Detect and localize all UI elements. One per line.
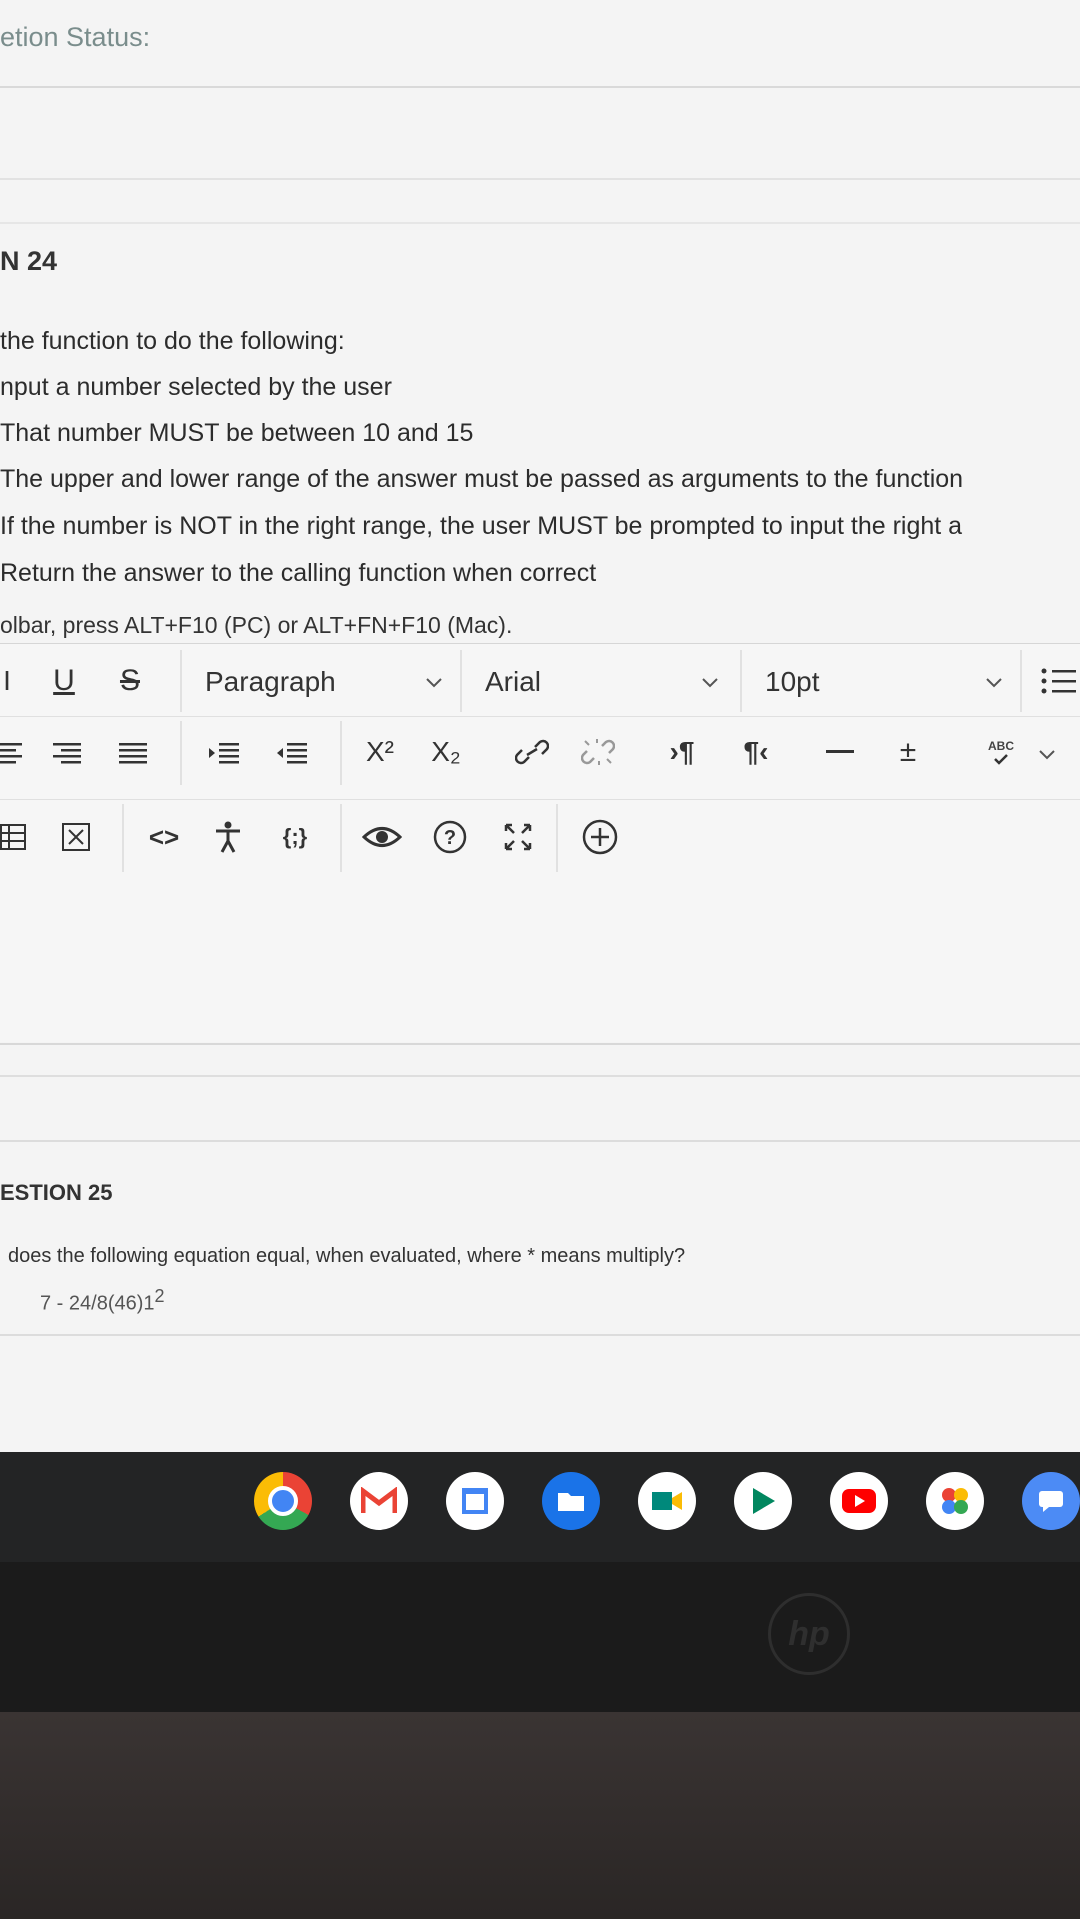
- toolbar-row-2: X² X₂ ›¶ ¶‹ ± ABC: [0, 716, 1080, 789]
- meet-icon[interactable]: [638, 1472, 696, 1530]
- editor-body[interactable]: [0, 876, 1080, 1042]
- table-icon[interactable]: [0, 814, 26, 860]
- files-icon[interactable]: [542, 1472, 600, 1530]
- align-center-icon[interactable]: [52, 731, 82, 775]
- divider: [0, 1043, 1080, 1045]
- separator: [180, 721, 182, 785]
- separator: [556, 804, 558, 872]
- calendar-icon[interactable]: [446, 1472, 504, 1530]
- question-line: That number MUST be between 10 and 15: [0, 419, 474, 447]
- chevron-down-icon: [986, 678, 1002, 688]
- paragraph-label: Paragraph: [205, 666, 336, 697]
- toolbar-row-3: <> {;} ?: [0, 799, 1080, 877]
- toolbar-row-1: I U S Paragraph Arial 10pt: [0, 646, 1080, 716]
- equation-exponent: 2: [154, 1286, 165, 1306]
- question-line: Return the answer to the calling functio…: [0, 559, 597, 587]
- question-line: nput a number selected by the user: [0, 373, 392, 401]
- chrome-icon[interactable]: [254, 1472, 312, 1530]
- chevron-down-icon: [426, 678, 442, 688]
- separator: [122, 804, 124, 872]
- horizontal-line-icon[interactable]: [820, 729, 860, 775]
- play-store-icon[interactable]: [734, 1472, 792, 1530]
- divider: [0, 86, 1080, 88]
- rich-text-editor[interactable]: I U S Paragraph Arial 10pt X² X₂ ›¶ ¶‹ ±…: [0, 643, 1080, 1042]
- add-content-icon[interactable]: [578, 814, 622, 860]
- rtl-icon[interactable]: ¶‹: [736, 729, 776, 775]
- divider: [0, 1140, 1080, 1142]
- italic-button[interactable]: I: [0, 658, 14, 704]
- chevron-down-icon[interactable]: [1036, 743, 1058, 765]
- ltr-icon[interactable]: ›¶: [662, 729, 702, 775]
- spellcheck-icon[interactable]: ABC: [976, 729, 1026, 775]
- toolbar-hint: olbar, press ALT+F10 (PC) or ALT+FN+F10 …: [0, 612, 513, 638]
- browser-screen: etion Status: N 24 the function to do th…: [0, 0, 1080, 1452]
- gmail-icon[interactable]: [350, 1472, 408, 1530]
- question-25-equation: 7 - 24/8(46)12: [40, 1286, 165, 1316]
- subscript-button[interactable]: X₂: [424, 729, 468, 775]
- chevron-down-icon: [702, 678, 718, 688]
- status-label: etion Status:: [0, 22, 151, 52]
- divider: [0, 1075, 1080, 1077]
- justify-icon[interactable]: [118, 731, 148, 775]
- plus-minus-icon[interactable]: ±: [888, 729, 928, 775]
- divider: [0, 222, 1080, 224]
- separator: [180, 650, 182, 712]
- question-24-title: N 24: [0, 246, 58, 276]
- spellcheck-label: ABC: [988, 739, 1014, 753]
- block-icon[interactable]: {;}: [270, 814, 320, 860]
- divider: [0, 1334, 1080, 1336]
- question-25-title: ESTION 25: [0, 1180, 113, 1205]
- list-icon[interactable]: [1038, 658, 1078, 704]
- svg-text:?: ?: [444, 827, 456, 849]
- link-icon[interactable]: [512, 729, 552, 775]
- separator: [460, 650, 462, 712]
- superscript-button[interactable]: X²: [358, 729, 402, 775]
- align-left-icon[interactable]: [0, 731, 24, 775]
- separator: [340, 804, 342, 872]
- separator: [340, 721, 342, 785]
- question-line: the function to do the following:: [0, 327, 345, 355]
- image-icon[interactable]: [60, 814, 92, 860]
- separator: [1020, 650, 1022, 712]
- divider: [0, 178, 1080, 180]
- size-label: 10pt: [765, 666, 820, 697]
- question-25-text: does the following equation equal, when …: [8, 1245, 686, 1267]
- unlink-icon[interactable]: [578, 729, 618, 775]
- outdent-icon[interactable]: [273, 731, 309, 775]
- font-select[interactable]: Arial: [485, 656, 721, 708]
- help-icon[interactable]: ?: [428, 814, 472, 860]
- underline-icon[interactable]: U: [44, 658, 84, 704]
- photos-icon[interactable]: [926, 1472, 984, 1530]
- accessibility-icon[interactable]: [210, 814, 246, 860]
- youtube-icon[interactable]: [830, 1472, 888, 1530]
- question-line: The upper and lower range of the answer …: [0, 465, 964, 493]
- indent-icon[interactable]: [205, 731, 241, 775]
- separator: [740, 650, 742, 712]
- paragraph-select[interactable]: Paragraph: [205, 656, 445, 708]
- fullscreen-icon[interactable]: [496, 814, 540, 860]
- code-icon[interactable]: <>: [142, 814, 186, 860]
- messages-icon[interactable]: [1022, 1472, 1080, 1530]
- question-line: If the number is NOT in the right range,…: [0, 512, 963, 540]
- taskbar-shelf: [0, 1452, 1080, 1562]
- laptop-keyboard-deck: [0, 1712, 1080, 1919]
- hp-logo-icon: hp: [768, 1593, 850, 1675]
- equation-text: 7 - 24/8(46)1: [40, 1292, 155, 1315]
- font-size-select[interactable]: 10pt: [765, 656, 1005, 708]
- font-label: Arial: [485, 666, 542, 697]
- eye-icon[interactable]: [360, 814, 404, 860]
- strikethrough-icon[interactable]: S: [110, 658, 150, 704]
